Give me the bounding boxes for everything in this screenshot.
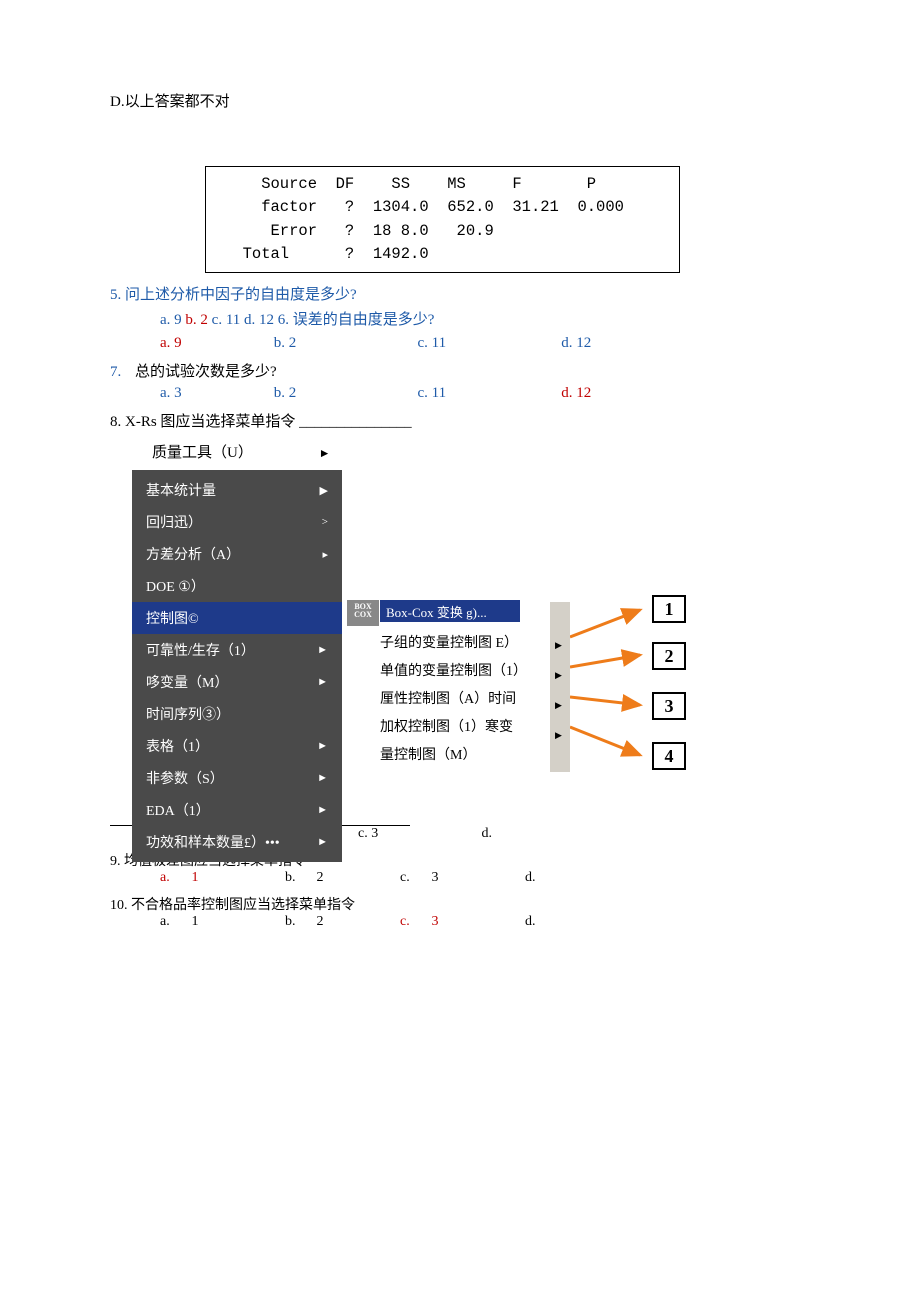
menu-item-regression[interactable]: 回归迅）> <box>132 506 342 538</box>
anova-header: Source DF SS MS F P <box>224 173 661 196</box>
q7-ans-b: b. 2 <box>274 385 414 402</box>
submenu-item-3[interactable]: 厘性控制图（A）时间 <box>380 686 550 714</box>
boxcox-icon: BOXCOX <box>347 600 379 626</box>
option-d-text: D.以上答案都不对 <box>110 90 810 111</box>
chevron-right-icon: ► <box>317 644 328 656</box>
q10-ans-d: d. <box>525 914 536 930</box>
question-8: 8. X-Rs 图应当选择菜单指令 _______________ <box>110 410 810 431</box>
submenu-list: 子组的变量控制图 E） 单值的变量控制图（1） 厘性控制图（A）时间 加权控制图… <box>380 630 550 770</box>
q8-ans-c: c. 3 <box>358 826 478 842</box>
q7-ans-d: d. 12 <box>561 385 591 402</box>
main-menu: 基本统计量▶ 回归迅）> 方差分析（A）▸ DOE ①） 控制图© 可靠性/生存… <box>132 470 342 862</box>
menu-item-eda[interactable]: EDA（1）► <box>132 794 342 826</box>
chevron-right-icon: ► <box>317 676 328 688</box>
q10-ans-c-val: 3 <box>432 914 522 930</box>
q6-ans-a: a. 9 <box>160 335 270 352</box>
menu-item-doe[interactable]: DOE ①） <box>132 570 342 602</box>
anova-table: Source DF SS MS F P factor ? 1304.0 652.… <box>205 166 680 273</box>
quality-tools-label: 质量工具（U） <box>152 445 253 461</box>
submenu-item-1[interactable]: 子组的变量控制图 E） <box>380 630 550 658</box>
chevron-right-icon: ► <box>317 740 328 752</box>
chevron-right-icon: ▸ <box>322 548 328 561</box>
q10-ans-a-val: 1 <box>192 914 282 930</box>
q8-ans-d: d. <box>482 826 493 842</box>
q9-ans-c-val: 3 <box>432 870 522 886</box>
chevron-right-icon: ▶ <box>555 640 562 651</box>
chevron-right-icon: > <box>322 516 328 528</box>
callout-box-2: 2 <box>652 642 686 670</box>
anova-row1: factor ? 1304.0 652.0 31.21 0.000 <box>224 196 661 219</box>
chevron-right-icon: ► <box>317 772 328 784</box>
q6-ans-d: d. 12 <box>561 335 591 352</box>
submenu-item-4[interactable]: 加权控制图（1）寒变 <box>380 714 550 742</box>
chevron-right-icon: ► <box>317 836 328 848</box>
submenu-boxcox[interactable]: Box-Cox 变换 g)... <box>380 600 520 622</box>
q7-ans-c: c. 11 <box>418 385 558 402</box>
menu-item-power[interactable]: 功效和样本数量£）•••► <box>132 826 342 858</box>
callout-box-1: 1 <box>652 595 686 623</box>
arrow-column: ▶ ▶ ▶ ▶ <box>550 602 570 772</box>
question-10: 10. 不合格品率控制图应当选择菜单指令 <box>110 894 810 914</box>
submenu-item-2[interactable]: 单值的变量控制图（1） <box>380 658 550 686</box>
q5-ans-b: b. 2 <box>185 312 208 328</box>
q9-ans-a-val: 1 <box>192 870 282 886</box>
menu-item-basic-stats[interactable]: 基本统计量▶ <box>132 474 342 506</box>
chevron-right-icon: ► <box>317 804 328 816</box>
question-7-text: 总的试验次数是多少? <box>135 364 277 380</box>
q10-ans-b-val: 2 <box>317 914 397 930</box>
menu-item-tables[interactable]: 表格（1）► <box>132 730 342 762</box>
menu-item-reliability[interactable]: 可靠性/生存（1）► <box>132 634 342 666</box>
q9-ans-b-val: 2 <box>317 870 397 886</box>
q5-ans-prefix: a. 9 <box>160 312 185 328</box>
menu-item-anova[interactable]: 方差分析（A）▸ <box>132 538 342 570</box>
q9-ans-a: a. <box>160 870 188 886</box>
arrow-icon: ► <box>319 446 331 460</box>
q10-ans-b: b. <box>285 914 313 930</box>
callout-box-4: 4 <box>652 742 686 770</box>
q6-ans-c: c. 11 <box>418 335 558 352</box>
q10-ans-a: a. <box>160 914 188 930</box>
menu-item-multivariate[interactable]: 哆变量（M）► <box>132 666 342 698</box>
q5-ans-suffix: c. 11 d. 12 6. 误差的自由度是多少? <box>208 312 435 328</box>
menu-item-control-chart[interactable]: 控制图© <box>132 602 342 634</box>
q9-ans-b: b. <box>285 870 313 886</box>
callout-box-3: 3 <box>652 692 686 720</box>
chevron-right-icon: ▶ <box>320 484 328 497</box>
question-5: 5. 问上述分析中因子的自由度是多少? <box>110 283 810 304</box>
q10-ans-c: c. <box>400 914 428 930</box>
anova-row3: Total ? 1492.0 <box>224 243 661 266</box>
q9-ans-c: c. <box>400 870 428 886</box>
menu-item-nonparametric[interactable]: 非参数（S）► <box>132 762 342 794</box>
q7-ans-a: a. 3 <box>160 385 270 402</box>
menu-block: 基本统计量▶ 回归迅）> 方差分析（A）▸ DOE ①） 控制图© 可靠性/生存… <box>132 470 810 825</box>
menu-item-timeseries[interactable]: 时间序列③） <box>132 698 342 730</box>
chevron-right-icon: ▶ <box>555 700 562 711</box>
question-7-num: 7. <box>110 364 121 380</box>
chevron-right-icon: ▶ <box>555 670 562 681</box>
submenu-item-5[interactable]: 量控制图（M） <box>380 742 550 770</box>
chevron-right-icon: ▶ <box>555 730 562 741</box>
q9-ans-d: d. <box>525 870 536 886</box>
anova-row2: Error ? 18 8.0 20.9 <box>224 220 661 243</box>
q6-ans-b: b. 2 <box>274 335 414 352</box>
